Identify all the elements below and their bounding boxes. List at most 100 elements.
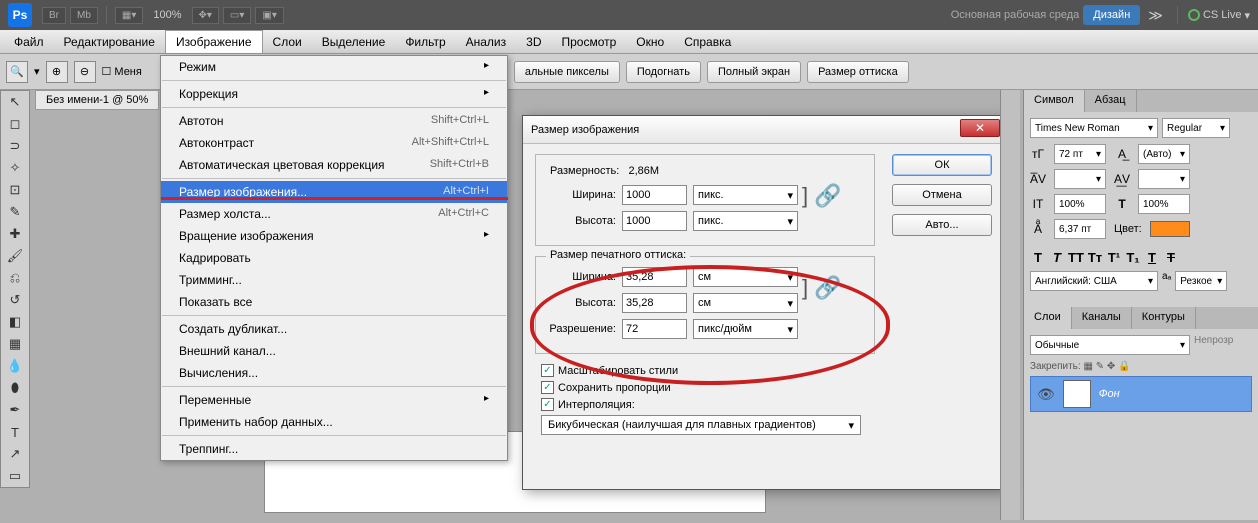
menu-item[interactable]: Режим bbox=[161, 56, 507, 78]
shape-tool[interactable]: ▭ bbox=[1, 465, 29, 487]
hscale-input[interactable]: 100% bbox=[1054, 194, 1106, 214]
eraser-tool[interactable]: ◧ bbox=[1, 311, 29, 333]
ok-button[interactable]: ОК bbox=[892, 154, 992, 176]
menu-item[interactable]: Применить набор данных... bbox=[161, 411, 507, 433]
antialias-select[interactable]: Резкое▾ bbox=[1175, 271, 1227, 291]
tab-channels[interactable]: Каналы bbox=[1072, 307, 1132, 329]
constrain-proportions-checkbox[interactable]: ✓ bbox=[541, 381, 554, 394]
zoom-in-icon[interactable]: ⊕ bbox=[46, 61, 68, 83]
subscript-button[interactable]: T₁ bbox=[1125, 250, 1141, 265]
brush-tool[interactable]: 🖌 bbox=[1, 245, 29, 267]
pixel-height-input[interactable] bbox=[622, 211, 687, 231]
blur-tool[interactable]: 💧 bbox=[1, 355, 29, 377]
cancel-button[interactable]: Отмена bbox=[892, 184, 992, 206]
resolution-input[interactable] bbox=[622, 319, 687, 339]
layer-thumbnail[interactable] bbox=[1063, 380, 1091, 408]
menu-item[interactable]: Показать все bbox=[161, 291, 507, 313]
marquee-tool[interactable]: ◻ bbox=[1, 113, 29, 135]
move-tool[interactable]: ↖ bbox=[1, 91, 29, 113]
print-height-unit[interactable]: см▾ bbox=[693, 293, 798, 313]
font-family-select[interactable]: Times New Roman▾ bbox=[1030, 118, 1158, 138]
dodge-tool[interactable]: ⬮ bbox=[1, 377, 29, 399]
zoom-level[interactable]: 100% bbox=[153, 9, 181, 21]
menu-item[interactable]: Треппинг... bbox=[161, 438, 507, 460]
fit-screen-button[interactable]: Подогнать bbox=[626, 61, 701, 83]
vscale-input[interactable]: 100% bbox=[1138, 194, 1190, 214]
zoom-out-icon[interactable]: ⊖ bbox=[74, 61, 96, 83]
dialog-titlebar[interactable]: Размер изображения ✕ bbox=[523, 116, 1006, 144]
menu-help[interactable]: Справка bbox=[674, 31, 741, 53]
resolution-unit[interactable]: пикс/дюйм▾ bbox=[693, 319, 798, 339]
resize-windows-checkbox[interactable]: ☐ Меня bbox=[102, 65, 142, 78]
interpolation-select[interactable]: Бикубическая (наилучшая для плавных град… bbox=[541, 415, 861, 435]
menu-item[interactable]: Кадрировать bbox=[161, 247, 507, 269]
design-workspace-button[interactable]: Дизайн bbox=[1083, 5, 1140, 25]
tab-paragraph[interactable]: Абзац bbox=[1085, 90, 1137, 112]
type-tool[interactable]: T bbox=[1, 421, 29, 443]
lock-position-icon[interactable]: ✥ bbox=[1107, 361, 1115, 372]
menu-file[interactable]: Файл bbox=[4, 31, 54, 53]
font-size-select[interactable]: 72 пт▾ bbox=[1054, 144, 1106, 164]
collapsed-panel-strip[interactable] bbox=[1000, 90, 1020, 520]
menu-view[interactable]: Просмотр bbox=[551, 31, 626, 53]
menu-select[interactable]: Выделение bbox=[312, 31, 396, 53]
bold-button[interactable]: T bbox=[1030, 250, 1046, 265]
lock-paint-icon[interactable]: ✎ bbox=[1096, 361, 1104, 372]
pen-tool[interactable]: ✒ bbox=[1, 399, 29, 421]
lock-all-icon[interactable]: 🔒 bbox=[1118, 361, 1130, 372]
cslive-button[interactable]: CS Live ▾ bbox=[1188, 9, 1250, 22]
link-icon[interactable]: ] 🔗 bbox=[802, 275, 842, 301]
hand-tool-button[interactable]: ✥▾ bbox=[192, 7, 219, 24]
menu-item[interactable]: Размер холста...Alt+Ctrl+C bbox=[161, 203, 507, 225]
tab-character[interactable]: Символ bbox=[1024, 90, 1085, 112]
chevron-down-icon[interactable]: ▾ bbox=[34, 65, 40, 78]
strikethrough-button[interactable]: T bbox=[1163, 250, 1179, 265]
full-screen-button[interactable]: Полный экран bbox=[707, 61, 801, 83]
lasso-tool[interactable]: ⊃ bbox=[1, 135, 29, 157]
menu-window[interactable]: Окно bbox=[626, 31, 674, 53]
italic-button[interactable]: T bbox=[1049, 250, 1065, 265]
smallcaps-button[interactable]: Tт bbox=[1087, 250, 1103, 265]
print-width-input[interactable] bbox=[622, 267, 687, 287]
path-tool[interactable]: ↗ bbox=[1, 443, 29, 465]
current-tool-icon[interactable]: 🔍 bbox=[6, 61, 28, 83]
stamp-tool[interactable]: ⎌ bbox=[1, 267, 29, 289]
crop-tool[interactable]: ⊡ bbox=[1, 179, 29, 201]
menu-edit[interactable]: Редактирование bbox=[54, 31, 165, 53]
screen-mode-button[interactable]: ▣▾ bbox=[255, 7, 283, 24]
blend-mode-select[interactable]: Обычные▾ bbox=[1030, 335, 1190, 355]
print-width-unit[interactable]: см▾ bbox=[693, 267, 798, 287]
wand-tool[interactable]: ✧ bbox=[1, 157, 29, 179]
interpolation-checkbox[interactable]: ✓ bbox=[541, 398, 554, 411]
eyedropper-tool[interactable]: ✎ bbox=[1, 201, 29, 223]
dialog-close-button[interactable]: ✕ bbox=[960, 119, 1000, 137]
menu-layer[interactable]: Слои bbox=[263, 31, 312, 53]
menu-item[interactable]: Переменные bbox=[161, 389, 507, 411]
font-style-select[interactable]: Regular▾ bbox=[1162, 118, 1230, 138]
pixel-height-unit[interactable]: пикс.▾ bbox=[693, 211, 798, 231]
visibility-icon[interactable]: 👁 bbox=[1037, 386, 1055, 403]
menu-item[interactable]: Автоматическая цветовая коррекцияShift+C… bbox=[161, 154, 507, 176]
menu-3d[interactable]: 3D bbox=[516, 31, 551, 53]
menu-filter[interactable]: Фильтр bbox=[395, 31, 455, 53]
baseline-input[interactable]: 6,37 пт bbox=[1054, 219, 1106, 239]
arrange-button[interactable]: ▭▾ bbox=[223, 7, 251, 24]
print-size-button[interactable]: Размер оттиска bbox=[807, 61, 909, 83]
menu-item[interactable]: Создать дубликат... bbox=[161, 318, 507, 340]
menu-item[interactable]: АвтоконтрастAlt+Shift+Ctrl+L bbox=[161, 132, 507, 154]
bridge-button[interactable]: Br bbox=[42, 7, 66, 24]
auto-button[interactable]: Авто... bbox=[892, 214, 992, 236]
underline-button[interactable]: T bbox=[1144, 250, 1160, 265]
language-select[interactable]: Английский: США▾ bbox=[1030, 271, 1158, 291]
workspace-more-icon[interactable]: ≫ bbox=[1144, 7, 1167, 24]
healing-tool[interactable]: ✚ bbox=[1, 223, 29, 245]
gradient-tool[interactable]: ▦ bbox=[1, 333, 29, 355]
menu-item[interactable]: Тримминг... bbox=[161, 269, 507, 291]
menu-item[interactable]: АвтотонShift+Ctrl+L bbox=[161, 110, 507, 132]
menu-item[interactable]: Внешний канал... bbox=[161, 340, 507, 362]
lock-pixels-icon[interactable]: ▦ bbox=[1083, 361, 1092, 372]
link-icon[interactable]: ] 🔗 bbox=[802, 183, 842, 209]
tab-paths[interactable]: Контуры bbox=[1132, 307, 1196, 329]
menu-image[interactable]: Изображение bbox=[165, 30, 263, 53]
tab-layers[interactable]: Слои bbox=[1024, 307, 1072, 329]
